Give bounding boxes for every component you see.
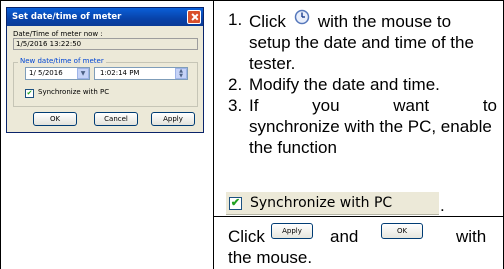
row-divider xyxy=(214,216,503,217)
step-1-click-word: Click xyxy=(249,12,286,31)
sync-strip-label: Synchronize with PC xyxy=(250,195,393,211)
new-datetime-legend: New date/time of meter xyxy=(18,57,106,65)
ok-button[interactable]: OK xyxy=(33,112,77,126)
table-border-top xyxy=(0,0,504,1)
final-with-word: with xyxy=(456,227,487,246)
clock-icon xyxy=(294,9,310,25)
step-3-word: to xyxy=(482,96,497,115)
step-3-first-line: If you want to xyxy=(249,95,497,116)
step-1-line1-end: with the mouse xyxy=(317,12,433,31)
sync-checkbox[interactable]: ✔ xyxy=(25,89,34,98)
step-number: 1. xyxy=(228,10,243,29)
sync-strip-period: . xyxy=(440,196,445,215)
table-border-left xyxy=(0,0,1,269)
step-number: 3. xyxy=(228,96,243,115)
spinner-icon[interactable]: ▲ ▼ xyxy=(175,68,187,79)
final-click-word: Click xyxy=(228,227,265,246)
inline-apply-button: Apply xyxy=(271,223,313,239)
table-column-divider xyxy=(213,0,214,269)
final-and-word: and xyxy=(330,227,359,246)
now-label: Date/Time of meter now : xyxy=(13,30,103,38)
chevron-down-icon[interactable]: ▼ xyxy=(77,68,89,79)
final-tail: the mouse. xyxy=(228,248,313,267)
step-3-word: you xyxy=(312,96,340,115)
sync-checkbox-label: Synchronize with PC xyxy=(38,88,110,96)
cancel-button[interactable]: Cancel xyxy=(94,112,138,126)
instruction-steps: 1. Click with the mouse to setup the dat… xyxy=(228,9,498,158)
apply-button[interactable]: Apply xyxy=(151,112,195,126)
step-number: 2. xyxy=(228,75,243,94)
step-3-word: want xyxy=(393,96,430,115)
time-field[interactable]: 1:02:14 PM xyxy=(94,67,188,80)
close-icon[interactable] xyxy=(187,10,201,24)
dialog-title: Set date/time of meter xyxy=(7,8,203,26)
step-3-word: If xyxy=(249,96,259,115)
sync-strip-checkbox: ✔ xyxy=(229,197,242,210)
sync-function-strip: ✔ Synchronize with PC xyxy=(226,192,439,215)
set-datetime-dialog: Set date/time of meter Date/Time of mete… xyxy=(6,7,204,133)
inline-ok-button: OK xyxy=(381,223,423,239)
step-text: Modify the date and time. xyxy=(249,75,440,94)
step-1: 1. Click with the mouse to setup the dat… xyxy=(228,9,498,74)
step-text: Click with the mouse to setup the date a… xyxy=(249,9,497,74)
step-3: 3. If you want to synchronize with the P… xyxy=(228,95,498,158)
step-2: 2. Modify the date and time. xyxy=(228,74,498,95)
step-text: If you want to synchronize with the PC, … xyxy=(249,95,497,158)
step-3-rest: synchronize with the PC, enable the func… xyxy=(249,117,492,157)
current-datetime-field: 1/5/2016 13:22:50 xyxy=(13,38,198,50)
